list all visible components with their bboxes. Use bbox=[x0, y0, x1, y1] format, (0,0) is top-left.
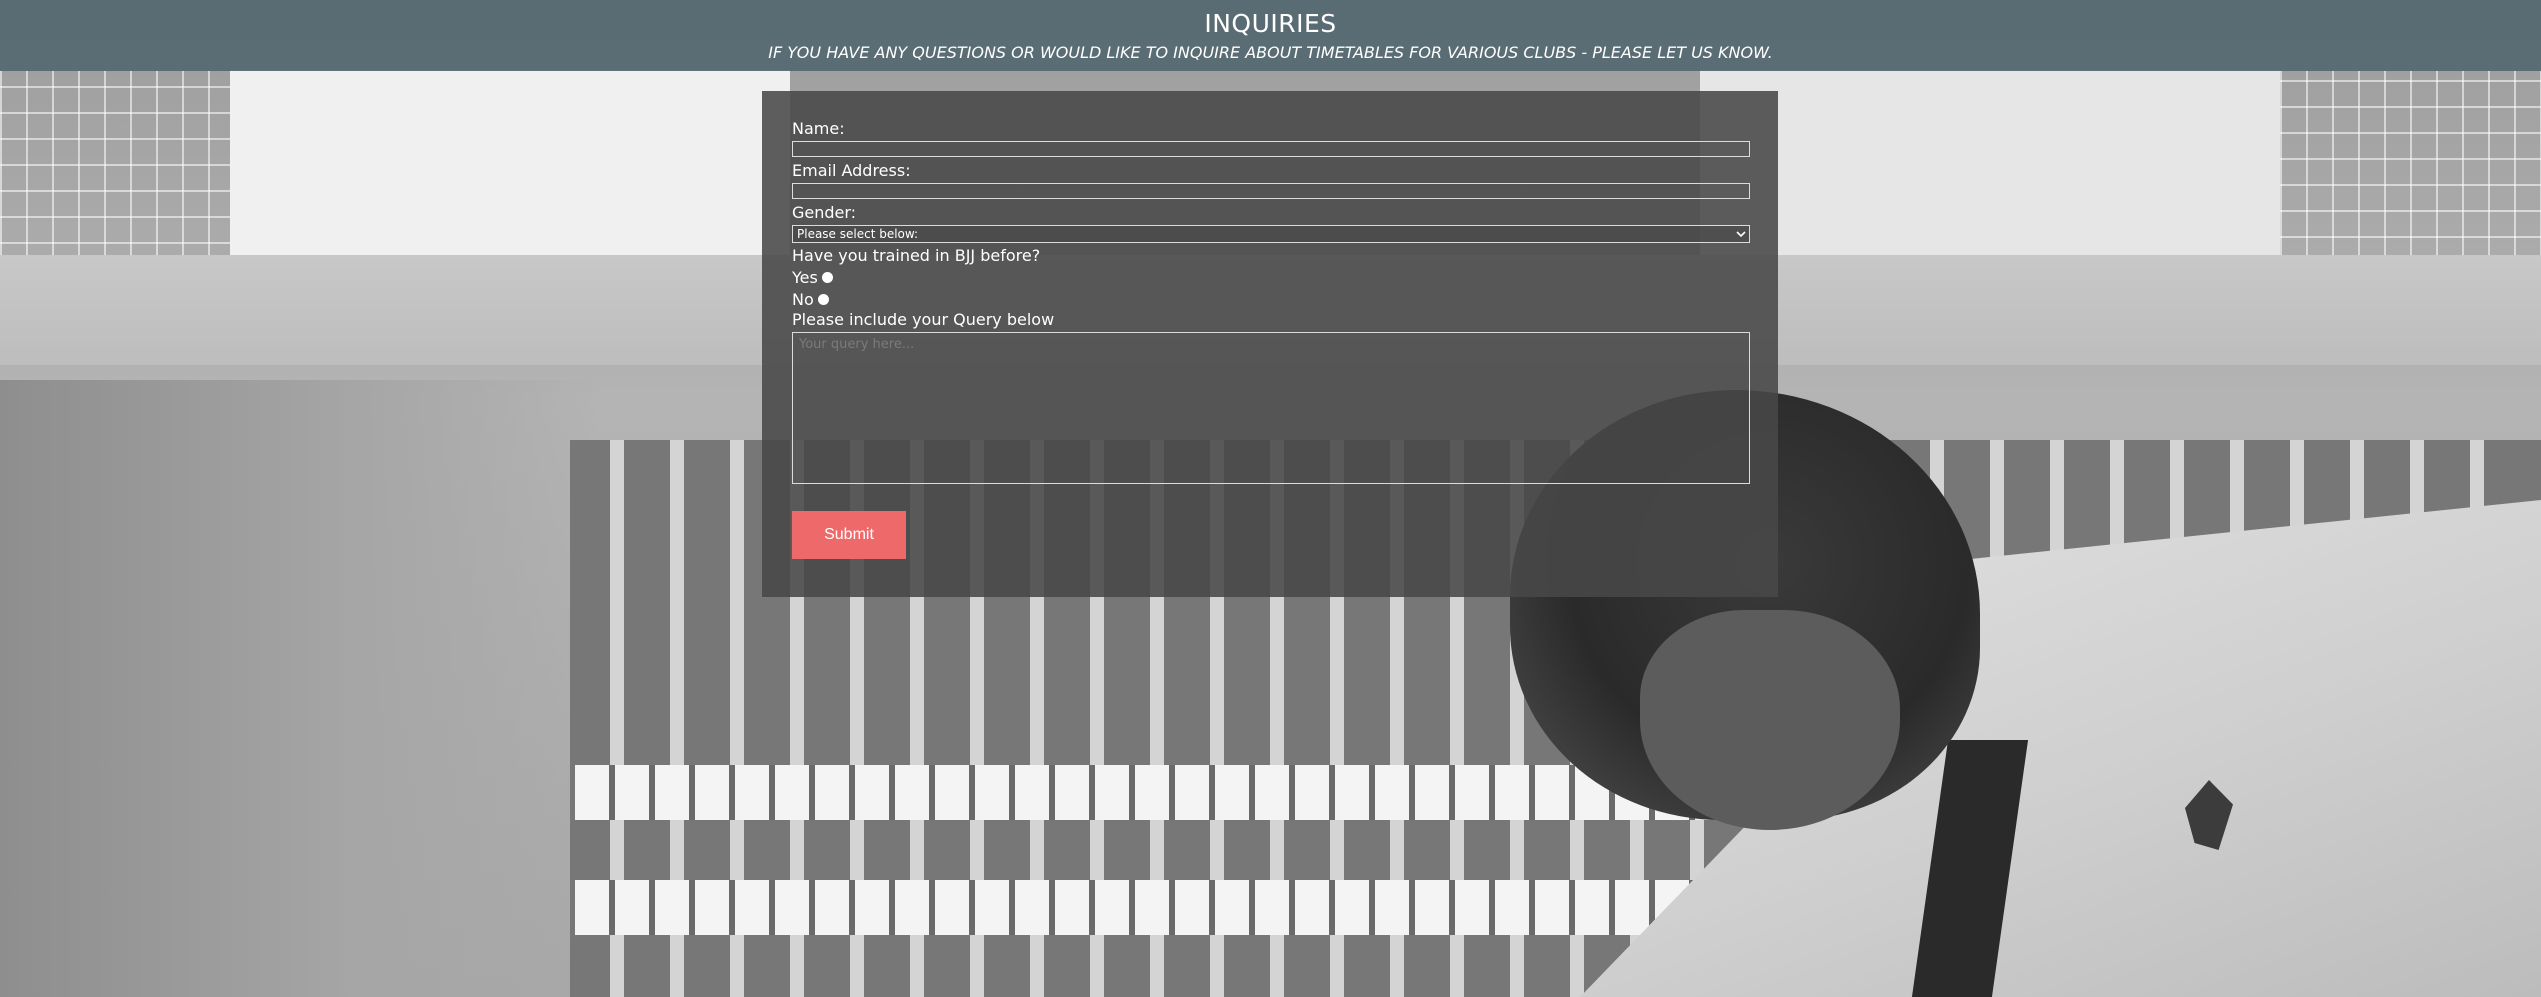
page-subtitle: IF YOU HAVE ANY QUESTIONS OR WOULD LIKE … bbox=[768, 43, 1773, 62]
radio-no[interactable] bbox=[817, 293, 829, 305]
radio-yes[interactable] bbox=[821, 271, 833, 283]
query-placeholder: Your query here... bbox=[799, 337, 915, 352]
page-title: INQUIRIES bbox=[1204, 9, 1337, 38]
email-input[interactable] bbox=[792, 183, 1750, 199]
person-face bbox=[1640, 610, 1900, 830]
trained-label: Have you trained in BJJ before? bbox=[792, 246, 1041, 265]
background-blinds bbox=[575, 880, 1775, 935]
query-label: Please include your Query below bbox=[792, 310, 1055, 329]
name-input[interactable] bbox=[792, 141, 1750, 157]
radio-no-label: No bbox=[792, 289, 814, 309]
inquiry-form: Name: Email Address: Gender: Please sele… bbox=[762, 91, 1778, 597]
radio-option-yes: Yes bbox=[792, 266, 1749, 288]
radio-yes-label: Yes bbox=[792, 267, 818, 287]
radio-option-no: No bbox=[792, 288, 1749, 310]
page-header: INQUIRIES IF YOU HAVE ANY QUESTIONS OR W… bbox=[0, 0, 2541, 71]
background-net bbox=[0, 70, 230, 270]
query-textarea[interactable]: Your query here... bbox=[792, 332, 1750, 484]
background-window bbox=[1700, 70, 2280, 270]
background-fog bbox=[0, 380, 600, 997]
gender-select[interactable]: Please select below: bbox=[792, 225, 1750, 243]
background-window bbox=[230, 70, 790, 255]
name-label: Name: bbox=[792, 119, 845, 138]
submit-button[interactable]: Submit bbox=[792, 511, 906, 559]
gender-label: Gender: bbox=[792, 203, 857, 222]
gender-select-value: Please select below: bbox=[797, 227, 919, 241]
chevron-down-icon bbox=[1736, 226, 1746, 242]
email-label: Email Address: bbox=[792, 161, 911, 180]
